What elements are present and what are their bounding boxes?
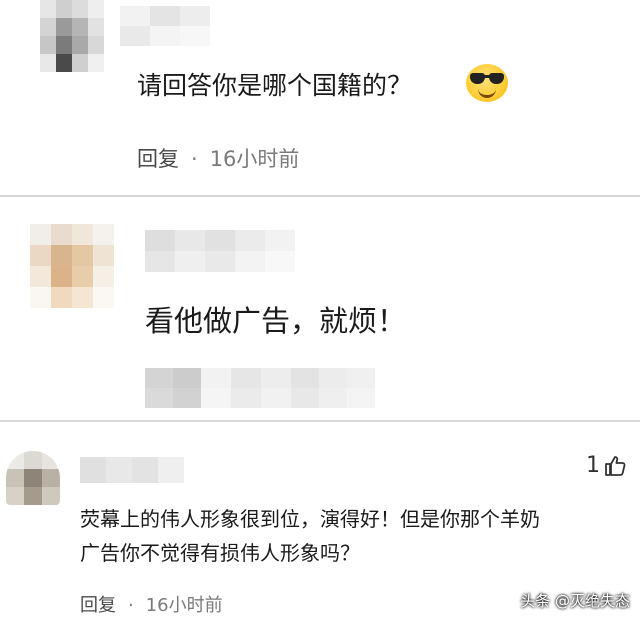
like-button[interactable]: 1 bbox=[586, 453, 628, 478]
comment-1: 请回答你是哪个国籍的？ 回复 · 16小时前 bbox=[0, 0, 640, 196]
divider bbox=[0, 420, 640, 422]
meta-blurred bbox=[145, 368, 375, 408]
avatar-blurred[interactable] bbox=[6, 451, 60, 505]
username-blurred[interactable] bbox=[120, 6, 210, 46]
timestamp: 16小时前 bbox=[209, 147, 300, 171]
comment-text: 看他做广告，就烦！ bbox=[145, 304, 407, 338]
comment-meta: 回复 · 16小时前 bbox=[80, 591, 223, 617]
avatar-blurred[interactable] bbox=[40, 0, 104, 72]
thumbs-up-icon bbox=[605, 455, 626, 476]
avatar-blurred[interactable] bbox=[30, 224, 114, 308]
comment-2: 看他做广告，就烦！ bbox=[0, 198, 640, 420]
comment-text: 请回答你是哪个国籍的？ bbox=[137, 71, 413, 100]
username-blurred[interactable] bbox=[80, 457, 184, 483]
comment-text-line-1: 荧幕上的伟人形象很到位，演得好！但是你那个羊奶 bbox=[80, 507, 540, 531]
timestamp: 16小时前 bbox=[145, 595, 223, 616]
comment-meta: 回复 · 16小时前 bbox=[137, 143, 299, 173]
username-blurred[interactable] bbox=[145, 230, 295, 272]
like-count: 1 bbox=[586, 453, 600, 478]
reply-button[interactable]: 回复 bbox=[137, 147, 179, 171]
meta-separator: · bbox=[191, 147, 198, 171]
watermark: 头条 @灭绝失态 bbox=[520, 592, 630, 610]
comment-text-line-2: 广告你不觉得有损伟人形象吗？ bbox=[80, 541, 360, 565]
meta-separator: · bbox=[128, 595, 134, 616]
divider bbox=[0, 195, 640, 197]
reply-button[interactable]: 回复 bbox=[80, 595, 116, 616]
sunglasses-emoji-icon bbox=[466, 64, 508, 102]
